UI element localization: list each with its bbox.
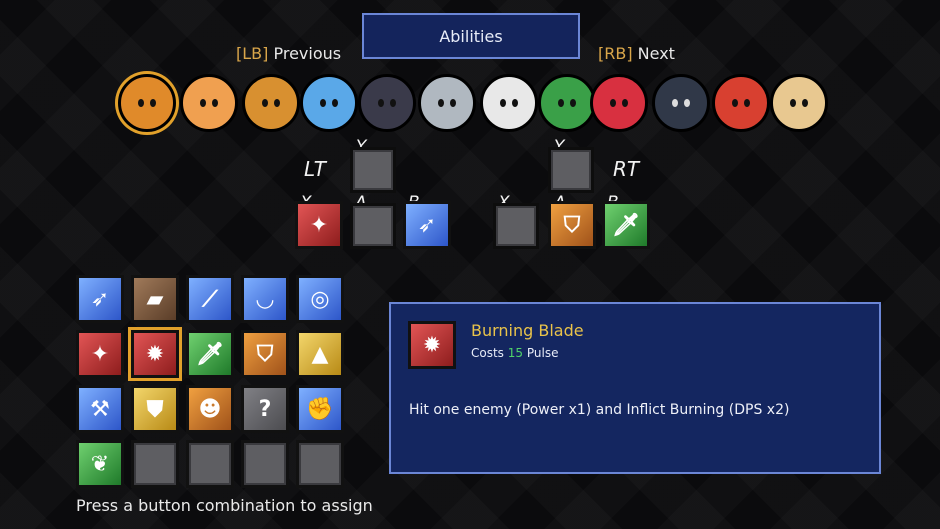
rb-key-label: [RB] bbox=[598, 44, 633, 63]
next-label: Next bbox=[637, 44, 675, 63]
previous-nav[interactable]: [LB] Previous bbox=[236, 44, 341, 63]
rt-trigger-label: RT bbox=[613, 157, 640, 181]
cost-suffix: Pulse bbox=[526, 346, 559, 360]
claw-icon: ✦ bbox=[90, 341, 110, 367]
left-y-slot[interactable] bbox=[350, 147, 396, 193]
portrait-character-2[interactable] bbox=[180, 74, 238, 132]
blade-icon: ⟋ bbox=[202, 286, 218, 312]
left-x-slot-skill[interactable]: ✦ bbox=[295, 201, 343, 249]
empty-slot[interactable] bbox=[186, 440, 234, 488]
portrait-character-7[interactable] bbox=[480, 74, 538, 132]
fire-icon: ✹ bbox=[145, 341, 165, 367]
right-a-slot-skill[interactable]: ⛉ bbox=[548, 201, 596, 249]
ability-name: Burning Blade bbox=[471, 321, 584, 340]
abilities-title: Abilities bbox=[362, 13, 580, 59]
vine-icon: ❦ bbox=[90, 451, 110, 477]
empty-slot[interactable] bbox=[241, 440, 289, 488]
wind-slash-icon: ◡ bbox=[256, 286, 274, 312]
assign-hint: Press a button combination to assign bbox=[76, 496, 373, 515]
shield-icon: ⛉ bbox=[563, 212, 581, 238]
portrait-character-12[interactable] bbox=[770, 74, 828, 132]
skill-radial-slash[interactable]: ◎ bbox=[296, 275, 344, 323]
character-portraits bbox=[118, 74, 828, 132]
sword-icon: 🗡 bbox=[196, 341, 224, 367]
lt-trigger-label: LT bbox=[304, 157, 327, 181]
fire-icon: ✹ bbox=[408, 321, 456, 369]
claw-icon: ✦ bbox=[309, 212, 329, 238]
cost-prefix: Costs bbox=[471, 346, 504, 360]
lb-key-label: [LB] bbox=[236, 44, 269, 63]
guard-shield-icon: ⛊ bbox=[146, 396, 164, 422]
portrait-character-5[interactable] bbox=[358, 74, 416, 132]
ability-cost: Costs 15 Pulse bbox=[471, 346, 558, 360]
skill-sword[interactable]: 🗡 bbox=[186, 330, 234, 378]
portrait-character-9[interactable] bbox=[590, 74, 648, 132]
fist-icon: ✊ bbox=[306, 396, 334, 422]
left-a-slot[interactable] bbox=[350, 203, 396, 249]
sword-icon: 🗡 bbox=[612, 212, 640, 238]
skill-unknown[interactable]: ? bbox=[241, 385, 289, 433]
skill-vines[interactable]: ❦ bbox=[76, 440, 124, 488]
skill-ice-lance[interactable]: ➶ bbox=[76, 275, 124, 323]
ability-detail-panel: ✹ Burning Blade Costs 15 Pulse Hit one e… bbox=[389, 302, 881, 474]
previous-label: Previous bbox=[273, 44, 342, 63]
skill-blade-strike[interactable]: ⟋ bbox=[186, 275, 234, 323]
portrait-character-1[interactable] bbox=[118, 74, 176, 132]
radial-slash-icon: ◎ bbox=[310, 286, 330, 312]
skill-burning-blade[interactable]: ✹ bbox=[131, 330, 179, 378]
skill-wind-slash[interactable]: ◡ bbox=[241, 275, 289, 323]
right-b-slot-skill[interactable]: 🗡 bbox=[602, 201, 650, 249]
next-nav[interactable]: [RB] Next bbox=[598, 44, 675, 63]
right-y-slot[interactable] bbox=[548, 147, 594, 193]
skill-axe[interactable]: ⚒ bbox=[76, 385, 124, 433]
portrait-character-6[interactable] bbox=[418, 74, 476, 132]
page-title: Abilities bbox=[439, 26, 503, 46]
skill-cleaver[interactable]: ▰ bbox=[131, 275, 179, 323]
ice-lance-icon: ➶ bbox=[90, 286, 110, 312]
skill-summon[interactable]: ☻ bbox=[186, 385, 234, 433]
empty-slot[interactable] bbox=[296, 440, 344, 488]
skill-spikes[interactable]: ▲ bbox=[296, 330, 344, 378]
monster-icon: ☻ bbox=[198, 396, 222, 422]
question-mark-icon: ? bbox=[258, 396, 272, 422]
right-x-slot[interactable] bbox=[493, 203, 539, 249]
spikes-icon: ▲ bbox=[311, 341, 329, 367]
portrait-character-8[interactable] bbox=[538, 74, 596, 132]
portrait-character-4[interactable] bbox=[300, 74, 358, 132]
portrait-character-11[interactable] bbox=[712, 74, 770, 132]
cost-value: 15 bbox=[507, 346, 524, 360]
skill-punch[interactable]: ✊ bbox=[296, 385, 344, 433]
ability-description: Hit one enemy (Power x1) and Inflict Bur… bbox=[409, 402, 790, 418]
left-b-slot-skill[interactable]: ➶ bbox=[403, 201, 451, 249]
empty-slot[interactable] bbox=[131, 440, 179, 488]
skill-shield[interactable]: ⛉ bbox=[241, 330, 289, 378]
portrait-character-10[interactable] bbox=[652, 74, 710, 132]
skill-claw[interactable]: ✦ bbox=[76, 330, 124, 378]
axe-icon: ⚒ bbox=[90, 396, 110, 422]
ice-lance-icon: ➶ bbox=[417, 212, 437, 238]
portrait-character-3[interactable] bbox=[242, 74, 300, 132]
shield-icon: ⛉ bbox=[256, 341, 274, 367]
skill-guard[interactable]: ⛊ bbox=[131, 385, 179, 433]
cleaver-icon: ▰ bbox=[146, 286, 164, 312]
